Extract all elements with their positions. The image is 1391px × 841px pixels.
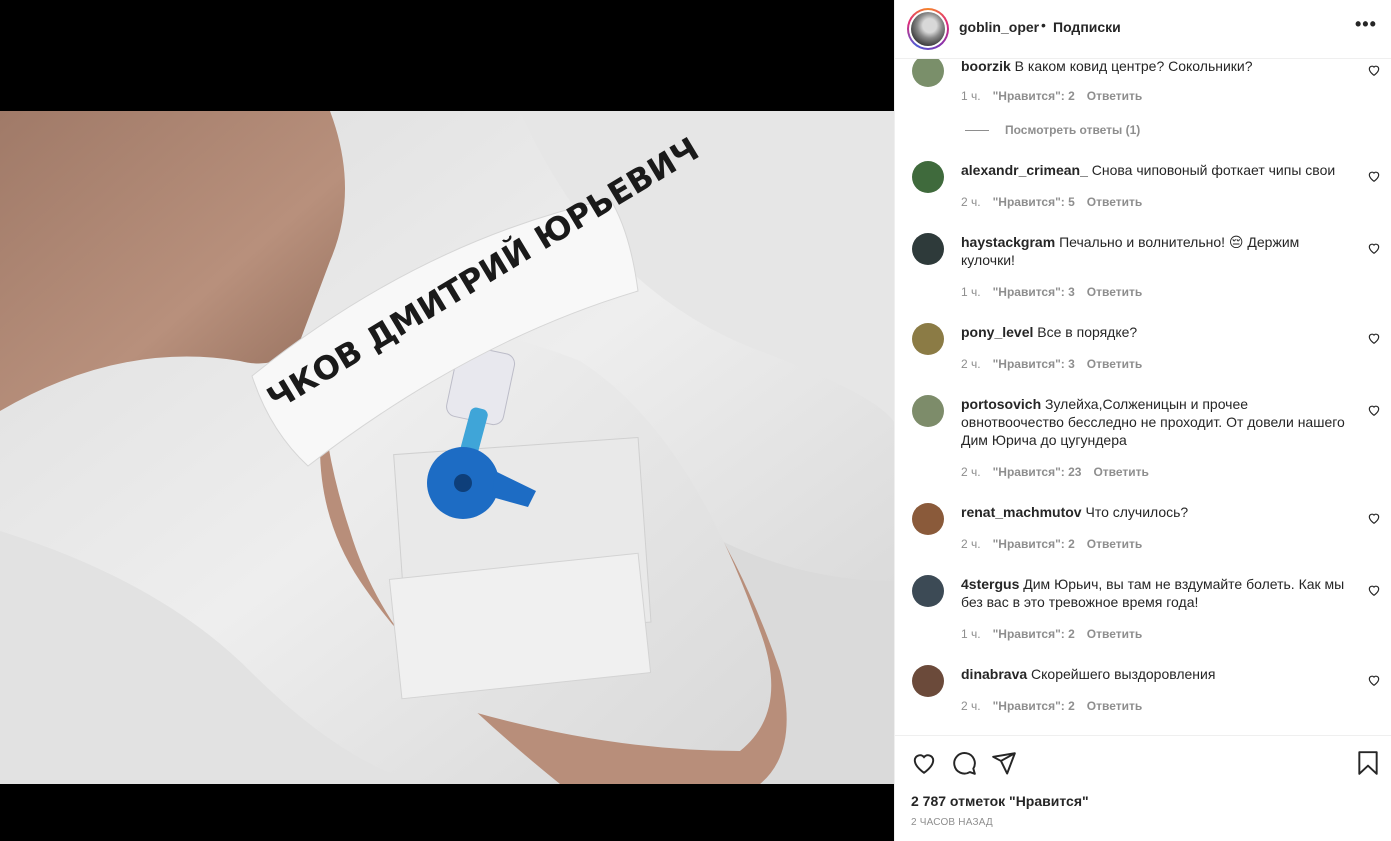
commenter-avatar[interactable] bbox=[912, 395, 944, 427]
header-separator: • bbox=[1041, 17, 1046, 33]
reply-button[interactable]: Ответить bbox=[1087, 195, 1142, 209]
reply-button[interactable]: Ответить bbox=[1087, 285, 1142, 299]
commenter-username[interactable]: renat_machmutov bbox=[961, 504, 1082, 520]
commenter-username[interactable]: haystackgram bbox=[961, 234, 1055, 250]
commenter-avatar[interactable] bbox=[912, 665, 944, 697]
like-comment-heart-icon[interactable] bbox=[1367, 583, 1381, 597]
view-replies-button[interactable]: Посмотреть ответы (1) bbox=[965, 123, 1140, 137]
commenter-username[interactable]: 4stergus bbox=[961, 576, 1019, 592]
comment-icon[interactable] bbox=[951, 750, 977, 776]
post-header: goblin_oper • Подписки ••• bbox=[895, 0, 1391, 59]
like-comment-heart-icon[interactable] bbox=[1367, 169, 1381, 183]
comment-time[interactable]: 1 ч. bbox=[961, 627, 981, 641]
like-comment-heart-icon[interactable] bbox=[1367, 673, 1381, 687]
comment-time[interactable]: 2 ч. bbox=[961, 357, 981, 371]
commenter-username[interactable]: portosovich bbox=[961, 396, 1041, 412]
comment-likes[interactable]: "Нравится": 2 bbox=[993, 699, 1075, 713]
comment-text: Все в порядке? bbox=[1037, 324, 1138, 340]
like-comment-heart-icon[interactable] bbox=[1367, 241, 1381, 255]
bookmark-icon[interactable] bbox=[1355, 750, 1381, 776]
heart-icon[interactable] bbox=[911, 750, 937, 776]
comment-likes[interactable]: "Нравится": 3 bbox=[993, 285, 1075, 299]
post-side-panel: goblin_oper • Подписки ••• boorzik В как… bbox=[894, 0, 1391, 841]
comment-text: Дим Юрьич, вы там не вздумайте болеть. К… bbox=[961, 576, 1345, 610]
like-comment-heart-icon[interactable] bbox=[1367, 63, 1381, 77]
posted-time[interactable]: 2 ЧАСОВ НАЗАД bbox=[911, 817, 993, 828]
view-replies-label: Посмотреть ответы (1) bbox=[1005, 123, 1141, 137]
commenter-avatar[interactable] bbox=[912, 161, 944, 193]
reply-button[interactable]: Ответить bbox=[1087, 537, 1142, 551]
post-media[interactable]: ЧКОВ ДМИТРИЙ ЮРЬЕВИЧ bbox=[0, 0, 894, 841]
comment-time[interactable]: 1 ч. bbox=[961, 285, 981, 299]
comment-text: В каком ковид центре? Сокольники? bbox=[1014, 59, 1253, 74]
author-avatar[interactable] bbox=[907, 8, 949, 50]
photo-illustration: ЧКОВ ДМИТРИЙ ЮРЬЕВИЧ bbox=[0, 111, 894, 784]
comments-list[interactable]: boorzik В каком ковид центре? Сокольники… bbox=[895, 59, 1391, 735]
post-photo[interactable]: ЧКОВ ДМИТРИЙ ЮРЬЕВИЧ bbox=[0, 111, 894, 784]
reply-button[interactable]: Ответить bbox=[1093, 465, 1148, 479]
commenter-avatar[interactable] bbox=[912, 323, 944, 355]
commenter-username[interactable]: dinabrava bbox=[961, 666, 1027, 682]
commenter-username[interactable]: pony_level bbox=[961, 324, 1033, 340]
comment-likes[interactable]: "Нравится": 2 bbox=[993, 627, 1075, 641]
comment-time[interactable]: 2 ч. bbox=[961, 699, 981, 713]
comment-text: Что случилось? bbox=[1085, 504, 1189, 520]
commenter-username[interactable]: alexandr_crimean_ bbox=[961, 162, 1088, 178]
reply-button[interactable]: Ответить bbox=[1087, 89, 1142, 103]
commenter-username[interactable]: boorzik bbox=[961, 59, 1011, 74]
author-username[interactable]: goblin_oper bbox=[959, 19, 1039, 35]
comment-time[interactable]: 2 ч. bbox=[961, 537, 981, 551]
comment-likes[interactable]: "Нравится": 23 bbox=[993, 465, 1082, 479]
like-comment-heart-icon[interactable] bbox=[1367, 331, 1381, 345]
comment-likes[interactable]: "Нравится": 2 bbox=[993, 89, 1075, 103]
reply-button[interactable]: Ответить bbox=[1087, 357, 1142, 371]
commenter-avatar[interactable] bbox=[912, 575, 944, 607]
following-button[interactable]: Подписки bbox=[1053, 19, 1121, 35]
comment-text: Скорейшего выздоровления bbox=[1031, 666, 1216, 682]
reply-button[interactable]: Ответить bbox=[1087, 627, 1142, 641]
comment-time[interactable]: 1 ч. bbox=[961, 89, 981, 103]
commenter-avatar[interactable] bbox=[912, 233, 944, 265]
reply-button[interactable]: Ответить bbox=[1087, 699, 1142, 713]
comment-time[interactable]: 2 ч. bbox=[961, 195, 981, 209]
comment-time[interactable]: 2 ч. bbox=[961, 465, 981, 479]
like-comment-heart-icon[interactable] bbox=[1367, 403, 1381, 417]
commenter-avatar[interactable] bbox=[912, 503, 944, 535]
comment-text: Снова чиповоный фоткает чипы свои bbox=[1091, 162, 1336, 178]
likes-count[interactable]: 2 787 отметок "Нравится" bbox=[911, 793, 1089, 809]
post-actions: 2 787 отметок "Нравится" 2 ЧАСОВ НАЗАД bbox=[895, 735, 1391, 841]
like-comment-heart-icon[interactable] bbox=[1367, 511, 1381, 525]
comment-likes[interactable]: "Нравится": 2 bbox=[993, 537, 1075, 551]
comment-likes[interactable]: "Нравится": 3 bbox=[993, 357, 1075, 371]
commenter-avatar[interactable] bbox=[912, 59, 944, 87]
send-icon[interactable] bbox=[991, 750, 1017, 776]
more-horizontal-icon[interactable]: ••• bbox=[1355, 14, 1377, 35]
comment-likes[interactable]: "Нравится": 5 bbox=[993, 195, 1075, 209]
